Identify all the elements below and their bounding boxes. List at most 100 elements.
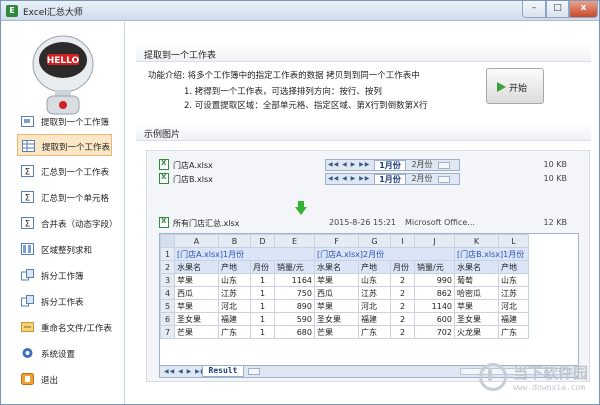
robot-logo-text: HELLO [47, 56, 80, 66]
table-cell: 苹果 [314, 299, 359, 313]
excel-app-icon: E [6, 5, 18, 17]
table-cell: 590 [274, 312, 315, 326]
table-cell: 河北 [498, 299, 529, 313]
svg-text:Σ: Σ [25, 220, 31, 230]
extract-workbook-icon [21, 116, 34, 127]
new-sheet-icon [438, 176, 450, 183]
extract-sheet-icon [22, 140, 35, 152]
result-sheet: A B D E F G I J K L 1 [门店A.xlsx]1月份 [门店A… [159, 233, 579, 378]
sidebar-item-label: 退出 [41, 376, 59, 386]
rename-icon [21, 322, 34, 332]
column-header: G [358, 234, 391, 248]
column-header: D [250, 234, 275, 248]
play-icon [497, 82, 506, 92]
table-cell: 圣女果 [174, 312, 219, 326]
table-cell: 山东 [498, 273, 529, 287]
table-cell: 山东 [218, 273, 251, 287]
header-cell: 水果名 [174, 260, 219, 274]
sidebar-item-split-workbook[interactable]: 拆分工作簿 [17, 264, 112, 286]
new-sheet-icon [248, 368, 260, 375]
sidebar-item-split-sheet[interactable]: 拆分工作表 [17, 290, 112, 312]
sidebar-item-extract-workbook[interactable]: 提取到一个工作簿 [17, 110, 112, 132]
table-cell: 福建 [358, 312, 391, 326]
output-file-row: 所有门店汇总.xlsx 2015-8-26 15:21 Microsoft Of… [159, 217, 579, 229]
tab-nav-arrows: ◀◀ ◀ ▶ ▶▶ [328, 161, 371, 168]
sidebar-item-sum-sheet[interactable]: Σ 汇总到一个工作表 [17, 160, 112, 182]
close-button[interactable]: x [569, 1, 598, 18]
title-bar[interactable]: E Excel汇总大师 – □ x [1, 1, 599, 21]
section-header: 提取到一个工作表 [136, 44, 591, 62]
table-cell: 600 [414, 312, 455, 326]
sidebar-item-label: 提取到一个工作表 [42, 143, 111, 153]
row-header: 3 [160, 273, 175, 287]
maximize-button[interactable]: □ [546, 1, 569, 18]
sidebar-item-label: 重命名文件/工作表 [41, 324, 112, 334]
sidebar-item-merge-table[interactable]: Σ 合并表（动态字段） [17, 212, 118, 234]
tab-nav-arrows: ◀◀ ◀ ▶ ▶▶ [328, 175, 371, 182]
table-cell: 江苏 [498, 286, 529, 300]
table-cell: 750 [274, 286, 315, 300]
start-button-label: 开始 [509, 84, 528, 94]
table-cell: 广东 [358, 325, 391, 339]
source-label-cell: [门店B.xlsx]1月份 [454, 247, 529, 261]
split-workbook-icon [21, 269, 34, 281]
header-cell: 水果名 [314, 260, 359, 274]
sidebar-item-label: 提取到一个工作簿 [41, 118, 110, 128]
output-file-size: 12 KB [543, 218, 567, 227]
settings-icon [22, 348, 33, 358]
result-table: A B D E F G I J K L 1 [门店A.xlsx]1月份 [门店A… [160, 234, 529, 339]
down-arrow-icon [295, 201, 307, 215]
example-image: 门店A.xlsx ◀◀ ◀ ▶ ▶▶ 1月份 2月份 10 KB 门店B.xls… [146, 150, 590, 382]
table-cell: 广东 [498, 325, 529, 339]
sidebar-item-column-sum[interactable]: 区域整列求和 [17, 238, 112, 260]
file-name: 门店B.xlsx [173, 175, 213, 184]
table-cell: 1 [250, 299, 275, 313]
table-cell: 1140 [414, 299, 455, 313]
mini-sheet-tabs: ◀◀ ◀ ▶ ▶▶ 1月份 2月份 [325, 159, 460, 171]
table-cell: 福建 [498, 312, 529, 326]
minimize-button[interactable]: – [522, 1, 546, 18]
output-file-type: Microsoft Office... [405, 218, 475, 227]
watermark-url: www.downxia.com [513, 383, 586, 392]
sidebar-item-label: 汇总到一个单元格 [41, 194, 110, 204]
start-button[interactable]: 开始 [486, 68, 544, 104]
sidebar-item-extract-sheet[interactable]: 提取到一个工作表 [17, 134, 112, 156]
table-row: 4 西瓜 江苏 1 750 西瓜 江苏 2 862 哈密瓜 江苏 [160, 286, 529, 300]
column-sum-icon [21, 243, 34, 255]
table-cell: 2 [390, 312, 415, 326]
header-cell: 销量/元 [414, 260, 455, 274]
new-sheet-icon [438, 162, 450, 169]
table-cell: 葡萄 [454, 273, 499, 287]
table-cell: 680 [274, 325, 315, 339]
sheet-tab-result: Result [202, 366, 244, 377]
table-cell: 1 [250, 273, 275, 287]
column-header: I [390, 234, 415, 248]
sidebar-item-label: 拆分工作簿 [41, 272, 84, 282]
table-cell: 1 [250, 312, 275, 326]
table-cell: 702 [414, 325, 455, 339]
header-cell: 产地 [498, 260, 529, 274]
sidebar-item-label: 区域整列求和 [41, 246, 93, 256]
table-cell: 河北 [358, 299, 391, 313]
table-row: 6 圣女果 福建 1 590 圣女果 福建 2 600 圣女果 福建 [160, 312, 529, 326]
column-header: L [498, 234, 529, 248]
table-cell: 芒果 [314, 325, 359, 339]
sidebar-item-rename[interactable]: 重命名文件/工作表 [17, 316, 112, 338]
window-title: Excel汇总大师 [23, 8, 83, 18]
table-row: 5 苹果 河北 1 890 苹果 河北 2 1140 苹果 河北 [160, 299, 529, 313]
header-cell: 产地 [358, 260, 391, 274]
intro-text: 功能介绍: 将多个工作簿中的指定工作表的数据 拷贝到到同一个工作表中 [148, 71, 420, 81]
table-cell: 1164 [274, 273, 315, 287]
section-title: 提取到一个工作表 [144, 51, 217, 61]
file-name: 门店A.xlsx [173, 161, 213, 170]
table-cell: 1 [250, 286, 275, 300]
table-cell: 山东 [358, 273, 391, 287]
sidebar-item-sum-cell[interactable]: Σ 汇总到一个单元格 [17, 186, 112, 208]
header-cell: 水果名 [454, 260, 499, 274]
sidebar-item-settings[interactable]: 系统设置 [17, 342, 112, 364]
robot-logo-icon: HELLO [32, 35, 94, 115]
excel-file-icon [159, 217, 169, 228]
row-header: 6 [160, 312, 175, 326]
table-cell: 河北 [218, 299, 251, 313]
sidebar-item-exit[interactable]: 退出 [17, 368, 112, 390]
